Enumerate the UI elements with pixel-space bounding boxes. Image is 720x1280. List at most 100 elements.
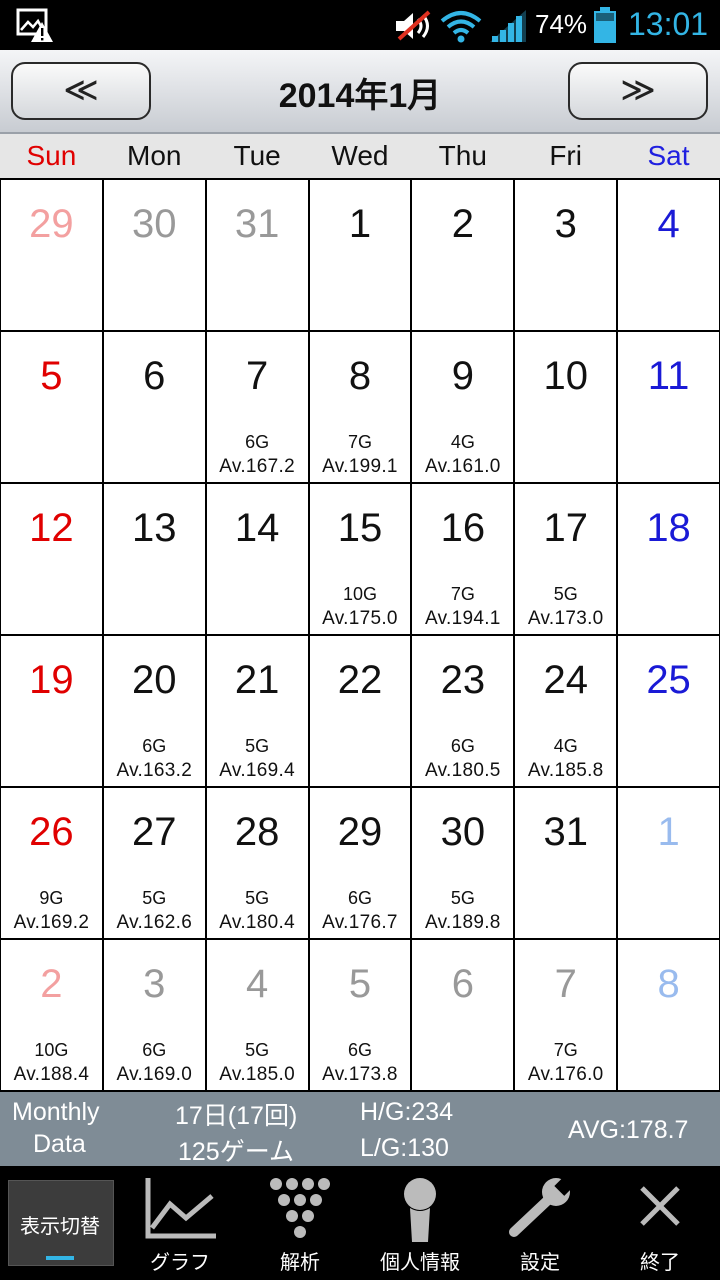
day-cell[interactable]: 29 — [1, 180, 102, 330]
summary-label-line2: Data — [33, 1130, 86, 1158]
day-cell[interactable]: 14 — [206, 484, 308, 634]
day-cell[interactable]: 3 — [515, 180, 617, 330]
personal-info-button[interactable]: 個人情報 — [360, 1166, 480, 1280]
day-cell[interactable]: 1 — [618, 788, 719, 938]
day-cell[interactable]: 28 5G Av.180.4 — [206, 788, 308, 938]
day-game-count: 7G — [553, 1040, 578, 1060]
day-number: 13 — [132, 506, 177, 550]
day-number: 2 — [451, 202, 474, 246]
day-cell[interactable]: 3 6G Av.169.0 — [103, 940, 205, 1090]
day-cell[interactable]: 8 — [618, 940, 719, 1090]
day-number: 24 — [543, 658, 588, 702]
day-number: 15 — [337, 506, 383, 550]
month-title: 2014年1月 — [278, 77, 442, 115]
day-cell[interactable]: 30 — [103, 180, 205, 330]
day-cell[interactable]: 31 — [515, 788, 617, 938]
day-cell[interactable]: 31 — [206, 180, 308, 330]
day-cell[interactable]: 4 — [618, 180, 719, 330]
mute-icon — [396, 10, 431, 41]
toggle-label: 表示切替 — [20, 1214, 100, 1238]
exit-button[interactable]: 終了 — [600, 1166, 720, 1280]
day-number: 1 — [657, 810, 680, 854]
day-cell[interactable]: 8 7G Av.199.1 — [309, 332, 411, 482]
day-cell[interactable]: 19 — [1, 636, 102, 786]
day-cell[interactable]: 15 10G Av.175.0 — [309, 484, 411, 634]
day-cell[interactable]: 29 6G Av.176.7 — [309, 788, 411, 938]
day-number: 23 — [440, 658, 486, 702]
day-cell[interactable]: 25 — [618, 636, 719, 786]
day-cell[interactable]: 12 — [1, 484, 102, 634]
day-number: 30 — [440, 810, 486, 854]
day-cell[interactable]: 11 — [618, 332, 719, 482]
graph-button[interactable]: グラフ — [120, 1166, 240, 1280]
day-cell[interactable]: 13 — [103, 484, 205, 634]
day-cell[interactable]: 5 6G Av.173.8 — [309, 940, 411, 1090]
summary-average: AVG:178.7 — [568, 1116, 689, 1144]
display-toggle-button[interactable]: 表示切替 — [0, 1166, 120, 1280]
day-cell[interactable]: 24 4G Av.185.8 — [515, 636, 617, 786]
day-game-count: 5G — [245, 888, 270, 908]
next-month-button[interactable]: ≫ — [568, 62, 708, 120]
day-number: 28 — [234, 810, 280, 854]
month-header: ≪ 2014年1月 ≫ — [0, 50, 720, 134]
day-number: 11 — [647, 354, 690, 398]
bowling-pins-icon — [270, 1178, 330, 1238]
weekday-mon: Mon — [127, 140, 182, 171]
day-cell[interactable]: 21 5G Av.169.4 — [206, 636, 308, 786]
day-cell[interactable]: 27 5G Av.162.6 — [103, 788, 205, 938]
day-average: Av.194.1 — [425, 608, 501, 629]
day-number: 4 — [657, 202, 680, 246]
day-number: 26 — [29, 810, 74, 854]
day-cell[interactable]: 9 4G Av.161.0 — [412, 332, 514, 482]
day-cell[interactable]: 23 6G Av.180.5 — [412, 636, 514, 786]
day-cell[interactable]: 7 7G Av.176.0 — [515, 940, 617, 1090]
day-number: 8 — [348, 354, 372, 398]
day-cell[interactable]: 30 5G Av.189.8 — [412, 788, 514, 938]
day-average: Av.169.2 — [13, 912, 90, 933]
day-cell[interactable]: 6 — [412, 940, 514, 1090]
day-cell[interactable]: 6 — [103, 332, 205, 482]
day-average: Av.173.8 — [322, 1064, 398, 1085]
weekday-sun: Sun — [26, 140, 77, 171]
day-cell[interactable]: 16 7G Av.194.1 — [412, 484, 514, 634]
analysis-button[interactable]: 解析 — [240, 1166, 360, 1280]
battery-icon — [594, 7, 616, 43]
monthly-summary: Monthly Data 17日(17回) 125ゲーム H/G:234 L/G… — [0, 1092, 720, 1166]
day-number: 2 — [40, 962, 63, 1006]
prev-month-button[interactable]: ≪ — [11, 62, 151, 120]
settings-button[interactable]: 設定 — [480, 1166, 600, 1280]
day-cell[interactable]: 17 5G Av.173.0 — [515, 484, 617, 634]
day-game-count: 6G — [142, 1040, 167, 1060]
person-icon — [404, 1178, 436, 1242]
day-number: 16 — [440, 506, 486, 550]
day-number: 8 — [657, 962, 680, 1006]
day-cell[interactable]: 26 9G Av.169.2 — [1, 788, 102, 938]
day-number: 1 — [348, 202, 372, 246]
battery-percentage: 74% — [535, 9, 588, 39]
day-number: 9 — [451, 354, 474, 398]
day-cell[interactable]: 4 5G Av.185.0 — [206, 940, 308, 1090]
weekday-header: Sun Mon Tue Wed Thu Fri Sat — [0, 134, 720, 180]
day-cell[interactable]: 18 — [618, 484, 719, 634]
day-game-count: 6G — [347, 1040, 372, 1060]
day-cell[interactable]: 22 — [309, 636, 411, 786]
day-cell[interactable]: 1 — [309, 180, 411, 330]
day-game-count: 7G — [347, 432, 372, 452]
day-average: Av.185.0 — [219, 1064, 295, 1085]
day-number: 27 — [132, 810, 177, 854]
active-indicator — [46, 1256, 74, 1260]
day-cell[interactable]: 2 10G Av.188.4 — [1, 940, 102, 1090]
day-game-count: 4G — [450, 432, 475, 452]
day-average: Av.161.0 — [425, 456, 501, 477]
day-cell[interactable]: 7 6G Av.167.2 — [206, 332, 308, 482]
day-game-count: 6G — [142, 736, 167, 756]
day-cell[interactable]: 5 — [1, 332, 102, 482]
personal-info-label: 個人情報 — [380, 1250, 460, 1274]
day-number: 29 — [337, 810, 383, 854]
day-cell[interactable]: 2 — [412, 180, 514, 330]
day-cell[interactable]: 20 6G Av.163.2 — [103, 636, 205, 786]
day-number: 20 — [132, 658, 177, 702]
day-game-count: 5G — [142, 888, 167, 908]
day-average: Av.175.0 — [322, 608, 398, 629]
day-cell[interactable]: 10 — [515, 332, 617, 482]
